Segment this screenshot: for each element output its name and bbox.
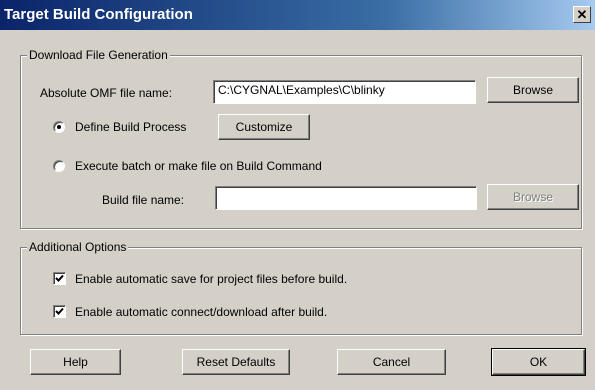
build-browse-button[interactable]: Browse <box>487 184 579 210</box>
group-legend: Additional Options <box>27 240 129 254</box>
omf-browse-button[interactable]: Browse <box>487 77 579 103</box>
reset-defaults-button[interactable]: Reset Defaults <box>182 349 290 375</box>
omf-file-label: Absolute OMF file name: <box>40 86 173 100</box>
close-icon: ✕ <box>576 7 588 22</box>
execute-batch-label[interactable]: Execute batch or make file on Build Comm… <box>75 159 322 173</box>
define-build-radio[interactable] <box>53 121 65 133</box>
build-file-label: Build file name: <box>102 193 185 207</box>
autosave-label[interactable]: Enable automatic save for project files … <box>75 272 347 286</box>
ok-button[interactable]: OK <box>491 348 586 376</box>
define-build-label[interactable]: Define Build Process <box>75 120 186 134</box>
checkmark-icon <box>55 274 64 282</box>
autoconnect-checkbox[interactable] <box>53 305 66 318</box>
customize-button[interactable]: Customize <box>218 114 310 140</box>
window-title: Target Build Configuration <box>4 6 193 23</box>
checkmark-icon <box>55 307 64 315</box>
help-button[interactable]: Help <box>30 349 121 375</box>
group-legend: Download File Generation <box>27 48 170 62</box>
execute-batch-radio[interactable] <box>53 160 65 172</box>
build-file-input[interactable] <box>215 186 477 210</box>
title-bar[interactable]: Target Build Configuration ✕ <box>0 0 595 30</box>
close-button[interactable]: ✕ <box>573 6 591 23</box>
omf-file-input[interactable]: C:\CYGNAL\Examples\C\blinky <box>213 80 476 104</box>
additional-options-group: Additional Options <box>20 240 582 335</box>
radio-selected-dot <box>57 125 61 129</box>
autoconnect-label[interactable]: Enable automatic connect/download after … <box>75 305 327 319</box>
cancel-button[interactable]: Cancel <box>337 349 446 375</box>
autosave-checkbox[interactable] <box>53 272 66 285</box>
